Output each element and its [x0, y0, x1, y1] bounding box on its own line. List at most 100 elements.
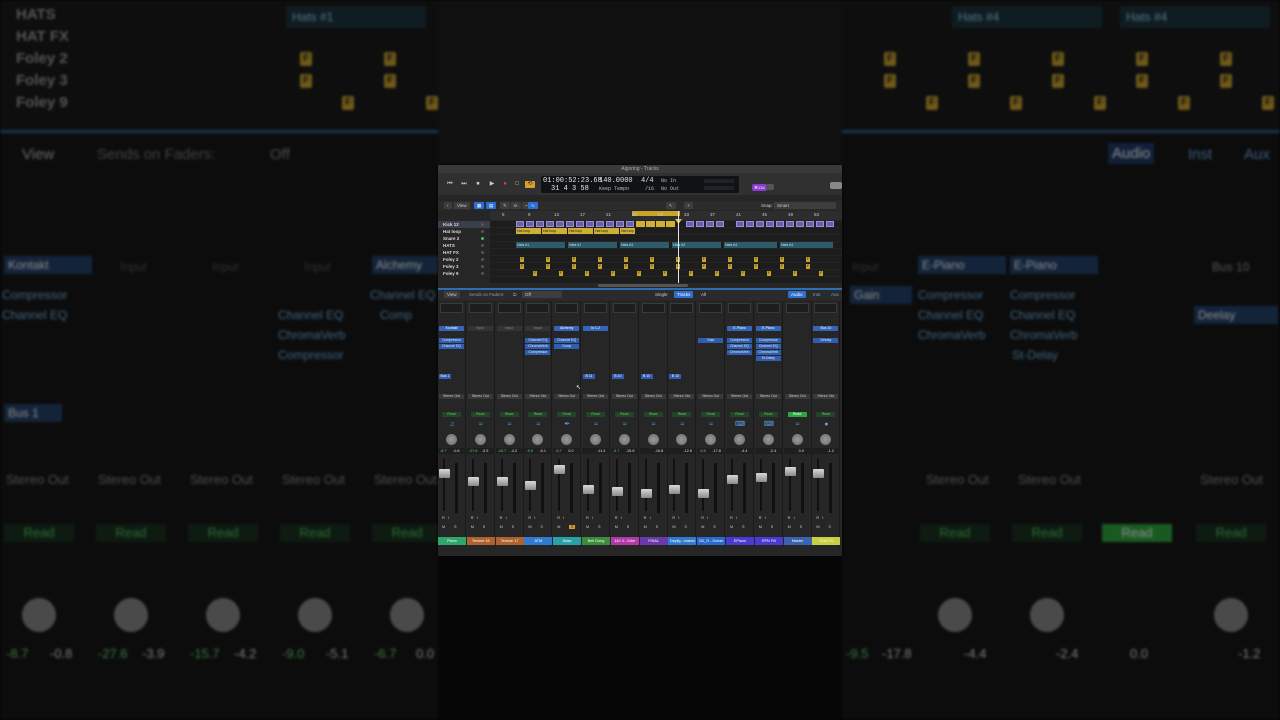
plugin-slot[interactable]: St-Delay: [755, 356, 781, 361]
pointer-tool-icon[interactable]: ↖: [666, 202, 676, 209]
region[interactable]: [566, 221, 574, 227]
audio-filter-button[interactable]: Audio: [788, 291, 806, 298]
input-monitor-button[interactable]: I: [678, 516, 679, 520]
input-monitor-button[interactable]: I: [650, 516, 651, 520]
automation-mode-button[interactable]: Read: [557, 412, 577, 417]
region[interactable]: [596, 221, 604, 227]
region-hats[interactable]: Hats #3: [620, 242, 669, 248]
record-button[interactable]: R: [730, 516, 733, 520]
record-button[interactable]: R: [615, 516, 618, 520]
fader-track[interactable]: [755, 459, 767, 511]
region[interactable]: [576, 221, 584, 227]
automation-mode-button[interactable]: Read: [730, 412, 749, 417]
volume-fader[interactable]: [554, 465, 566, 474]
solo-button[interactable]: S: [828, 525, 831, 529]
region-hats[interactable]: Hats #1: [568, 242, 617, 248]
pan-knob[interactable]: [647, 434, 659, 445]
volume-fader[interactable]: [525, 481, 537, 490]
track-header-snare[interactable]: Snare 2: [438, 235, 490, 242]
automation-mode-button[interactable]: Read: [816, 412, 836, 417]
mute-button[interactable]: M: [442, 525, 445, 529]
region[interactable]: [656, 221, 665, 227]
solo-button[interactable]: S: [512, 525, 515, 529]
lane-kick[interactable]: [490, 221, 842, 228]
lane-foley-9[interactable]: F F F F F F F F F F F F: [490, 270, 842, 277]
plugin-slot[interactable]: ChromaVerb: [525, 344, 551, 349]
user-icon[interactable]: [766, 184, 774, 190]
region-hat-loop[interactable]: Hat loop: [594, 228, 619, 234]
loop-toggle-button[interactable]: □: [513, 181, 521, 188]
output-slot[interactable]: Stereo Out: [698, 394, 724, 399]
mute-button[interactable]: M: [759, 525, 762, 529]
fast-forward-button[interactable]: ⏭: [460, 181, 468, 188]
record-button[interactable]: R: [442, 516, 445, 520]
output-slot[interactable]: Stereo Out: [439, 394, 464, 399]
record-enable-icon[interactable]: [481, 244, 484, 247]
solo-button[interactable]: S: [598, 525, 601, 529]
volume-fader[interactable]: [439, 469, 450, 478]
volume-fader[interactable]: [611, 487, 623, 496]
input-slot[interactable]: Alchemy: [554, 326, 580, 331]
pan-knob[interactable]: [676, 434, 688, 445]
input-monitor-button[interactable]: I: [448, 516, 449, 520]
cycle-button[interactable]: ⟲: [525, 181, 535, 188]
solo-button[interactable]: S: [483, 525, 486, 529]
fader-track[interactable]: [698, 459, 710, 511]
solo-button[interactable]: S: [800, 525, 803, 529]
solo-button[interactable]: S: [627, 525, 630, 529]
eq-thumbnail[interactable]: [641, 303, 665, 313]
region[interactable]: [776, 221, 784, 227]
power-icon[interactable]: ⏻: [510, 291, 520, 298]
catch-icon[interactable]: ⊳: [511, 202, 521, 209]
channel-name[interactable]: FINAL: [639, 537, 668, 545]
channel-name[interactable]: ATM: [524, 537, 553, 545]
marquee-tool-icon[interactable]: +: [684, 202, 693, 209]
eq-thumbnail[interactable]: [468, 303, 492, 313]
fader-track[interactable]: [611, 459, 623, 511]
plugin-slot[interactable]: Channel EQ: [525, 338, 551, 343]
region-hat-loop[interactable]: Hat loop: [620, 228, 635, 234]
volume-fader[interactable]: [496, 477, 508, 486]
record-button[interactable]: ●: [501, 181, 509, 188]
sends-dropdown[interactable]: Off: [522, 291, 562, 298]
input-monitor-button[interactable]: I: [765, 516, 766, 520]
eq-thumbnail[interactable]: [756, 303, 780, 313]
solo-button[interactable]: S: [656, 525, 659, 529]
region[interactable]: [636, 221, 645, 227]
volume-fader[interactable]: [784, 467, 796, 476]
volume-fader[interactable]: [727, 475, 738, 484]
automation-mode-button[interactable]: Read: [442, 412, 461, 417]
region[interactable]: [686, 221, 694, 227]
pencil-tool-icon[interactable]: ✎: [500, 202, 510, 209]
output-slot[interactable]: Stereo Out: [727, 394, 752, 399]
track-header-kick[interactable]: Kick 12: [438, 221, 490, 228]
eq-thumbnail[interactable]: [814, 303, 838, 313]
output-slot[interactable]: Stereo Out: [784, 394, 810, 399]
automation-mode-button[interactable]: Read: [586, 412, 605, 417]
channel-name[interactable]: EPiano: [726, 537, 754, 545]
pan-knob[interactable]: [705, 434, 717, 445]
send-slot[interactable]: B 10: [611, 374, 624, 379]
automation-mode-button[interactable]: Read: [528, 412, 548, 417]
mute-button[interactable]: M: [644, 525, 647, 529]
record-button[interactable]: R: [672, 516, 675, 520]
mute-button[interactable]: M: [471, 525, 474, 529]
channel-name[interactable]: Daylig...makes: [668, 537, 697, 545]
eq-thumbnail[interactable]: [555, 303, 579, 313]
fader-track[interactable]: [525, 459, 537, 511]
region[interactable]: [826, 221, 834, 227]
region-hats[interactable]: Hats #4: [780, 242, 833, 248]
plugin-slot[interactable]: Channel EQ: [755, 344, 781, 349]
region[interactable]: [766, 221, 774, 227]
solo-button[interactable]: S: [713, 525, 716, 529]
lane-hats[interactable]: Hats #1 Hats #1 Hats #3 Hats #3 Hats #4 …: [490, 242, 842, 249]
record-enable-icon[interactable]: [481, 265, 484, 268]
track-header-hat-fx[interactable]: HAT FX: [438, 249, 490, 256]
mute-button[interactable]: M: [500, 525, 503, 529]
input-monitor-button[interactable]: I: [534, 516, 535, 520]
fader-track[interactable]: [439, 459, 450, 511]
mixer-view-menu[interactable]: View: [444, 291, 460, 298]
view-dropdown-icon[interactable]: ‹: [444, 202, 452, 209]
plugin-slot[interactable]: Compressor: [525, 350, 551, 355]
automation-mode-button[interactable]: Read: [701, 412, 721, 417]
